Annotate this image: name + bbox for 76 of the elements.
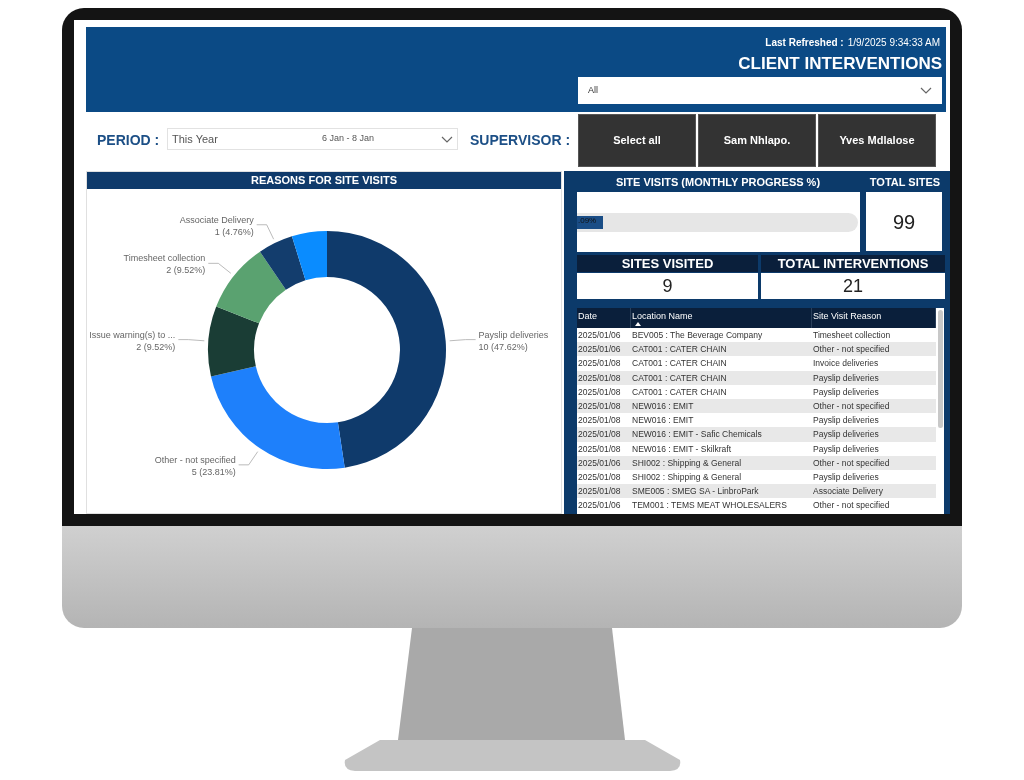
period-dropdown[interactable]: This Year 6 Jan - 8 Jan: [167, 128, 458, 150]
table-cell-text: 2025/01/08: [577, 470, 622, 484]
supervisor-button[interactable]: Select all: [578, 114, 696, 167]
table-cell-text: SHI002 : Shipping & General: [631, 456, 743, 470]
table-cell-text: 2025/01/08: [577, 428, 622, 442]
table-cell-text: TEM001 : TEMS MEAT WHOLESALERS: [631, 499, 788, 513]
table-cell-text: CAT001 : CATER CHAIN: [631, 385, 728, 399]
table-cell-text: Payslip deliveries: [812, 428, 880, 442]
table-cell-text: SHI002 : Shipping & General: [631, 470, 743, 484]
leader-line: [178, 339, 205, 342]
client-filter-dropdown[interactable]: All: [578, 77, 942, 104]
table-cell-text: 2025/01/08: [577, 357, 622, 371]
slice-value: 2 (9.52%): [166, 265, 206, 276]
kpi-label: TOTAL SITES: [868, 175, 942, 190]
table-cell-text: Payslip deliveries: [812, 385, 880, 399]
supervisor-button[interactable]: Sam Nhlapo.: [698, 114, 816, 167]
supervisor-button[interactable]: Yves Mdlalose: [818, 114, 936, 167]
table-cell-text: Other - not specified: [812, 499, 891, 513]
table-cell-text: Payslip deliveries: [812, 371, 880, 385]
table-cell-text: 2025/01/08: [577, 442, 622, 456]
table-cell-text: NEW016 : EMIT: [631, 399, 695, 413]
table-cell-text: Timesheet collection: [812, 329, 892, 342]
leader-line: [207, 262, 232, 274]
table-cell-text: BEV005 : The Beverage Company: [631, 329, 764, 342]
table-cell-text: Payslip deliveries: [812, 414, 880, 428]
leader-line: [256, 224, 275, 240]
table-cell-text: 2025/01/06: [577, 329, 622, 342]
leader-line: [449, 339, 476, 342]
slice-label: Payslip deliveries: [478, 329, 549, 340]
table-cell-text: NEW016 : EMIT: [631, 414, 695, 428]
leader-line: [238, 451, 259, 466]
scrollbar-thumb[interactable]: [938, 310, 943, 428]
table-cell-text: 2025/01/08: [577, 485, 622, 499]
slice-value: 5 (23.81%): [191, 466, 236, 477]
table-cell-text: Other - not specified: [812, 456, 891, 470]
last-refreshed-label: Last Refreshed :: [765, 36, 844, 50]
panel-title: SITE VISITS (MONTHLY PROGRESS %): [614, 175, 822, 190]
table-cell-text: NEW016 : EMIT - Skilkraft: [631, 442, 733, 456]
chevron-down-icon: [920, 87, 932, 94]
slice-label: Timesheet collection: [123, 253, 206, 264]
kpi-label: SITES VISITED: [577, 255, 758, 272]
dashboard-title: CLIENT INTERVENTIONS: [738, 53, 942, 75]
table-cell-text: NEW016 : EMIT - Safic Chemicals: [631, 428, 763, 442]
progress-reading: .09%: [578, 217, 597, 225]
table-cell-text: 2025/01/08: [577, 385, 622, 399]
table-cell-text: 2025/01/08: [577, 399, 622, 413]
table-cell-text: Associate Delivery: [812, 485, 884, 499]
table-cell-text: 2025/01/06: [577, 343, 622, 357]
supervisor-label: SUPERVISOR :: [470, 131, 571, 150]
slice-label: Issue warning(s) to ...: [89, 329, 176, 340]
slice-value: 2 (9.52%): [136, 341, 176, 352]
table-cell-text: Payslip deliveries: [812, 442, 880, 456]
slice-label: Associate Delivery: [179, 214, 254, 225]
table-cell-text: CAT001 : CATER CHAIN: [631, 343, 728, 357]
last-refreshed-value: 1/9/2025 9:34:33 AM: [847, 36, 940, 50]
kpi-value: 99: [866, 192, 942, 251]
table-cell-text: 2025/01/06: [577, 499, 622, 513]
kpi-label: TOTAL INTERVENTIONS: [761, 255, 945, 272]
table-cell-text: SME005 : SMEG SA - LinbroPark: [631, 485, 760, 499]
period-label: PERIOD :: [97, 131, 160, 150]
table-cell-text: CAT001 : CATER CHAIN: [631, 357, 728, 371]
table-cell-text: CAT001 : CATER CHAIN: [631, 371, 728, 385]
table-cell-text: Payslip deliveries: [812, 470, 880, 484]
slice-value: 10 (47.62%): [478, 341, 528, 352]
slice-value: 1 (4.76%): [214, 226, 254, 237]
slice-label: Other - not specified: [154, 454, 236, 465]
table-cell-text: 2025/01/08: [577, 371, 622, 385]
table-cell-text: 2025/01/08: [577, 414, 622, 428]
panel-title: REASONS FOR SITE VISITS: [87, 172, 561, 189]
kpi-value: 9: [577, 273, 758, 299]
table-cell-text: Other - not specified: [812, 399, 891, 413]
table-cell-text: Invoice deliveries: [812, 357, 880, 371]
table-cell-text: 2025/01/06: [577, 456, 622, 470]
chevron-down-icon: [441, 135, 453, 143]
table-cell-text: Other - not specified: [812, 343, 891, 357]
kpi-value: 21: [761, 273, 945, 299]
